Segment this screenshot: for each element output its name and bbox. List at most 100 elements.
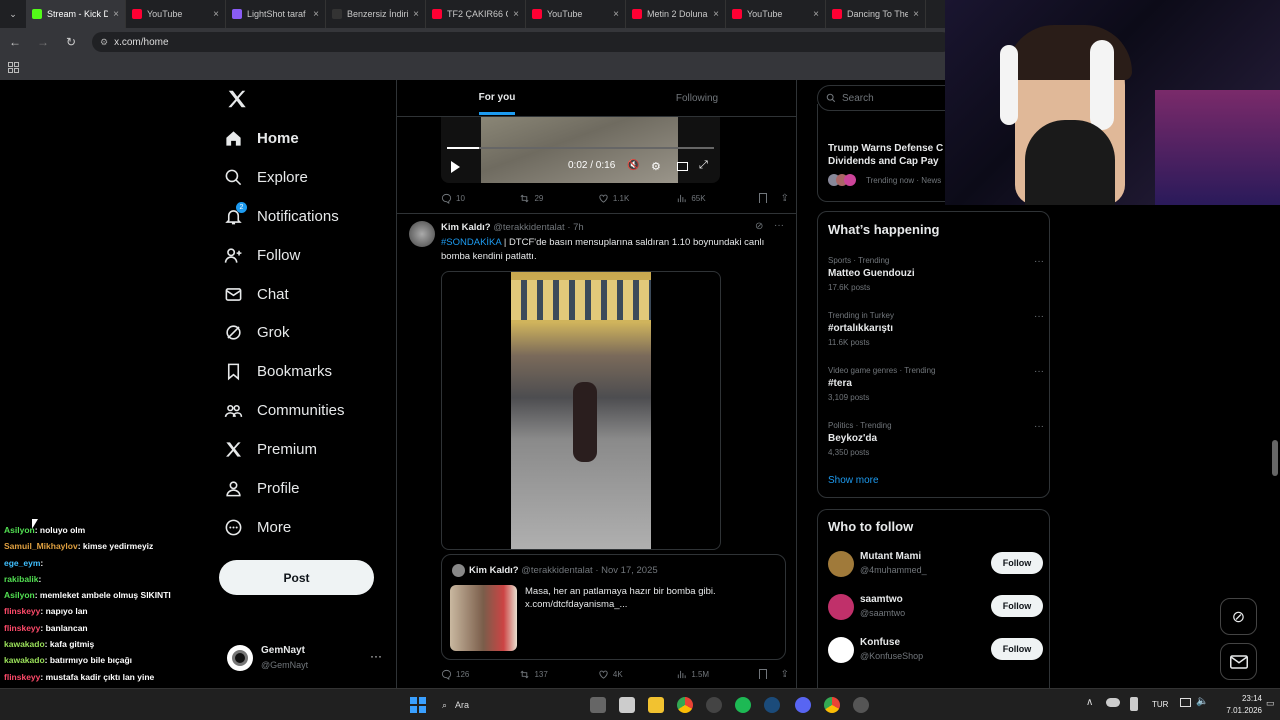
chat-username[interactable]: rakibalik <box>4 574 39 584</box>
hashtag-link[interactable]: #SONDAKİKA <box>441 237 501 248</box>
trend-more-icon[interactable]: ··· <box>1034 366 1044 377</box>
nav-item-explore[interactable]: Explore <box>224 162 308 192</box>
post-more-icon[interactable]: ··· <box>774 220 784 231</box>
x-logo-icon[interactable] <box>226 88 248 110</box>
browser-tab[interactable]: YouTube × <box>126 0 226 28</box>
browser-tab[interactable]: Metin 2 Doluna × <box>626 0 726 28</box>
back-icon[interactable]: ← <box>8 35 22 49</box>
nav-item-home[interactable]: Home <box>224 123 299 153</box>
reply-button[interactable]: 126 <box>441 669 519 680</box>
network-icon[interactable] <box>1130 697 1138 711</box>
chat-username[interactable]: Asilyon <box>4 525 35 535</box>
settings-icon[interactable]: ⚙ <box>651 160 661 173</box>
reply-button[interactable]: 10 <box>441 193 519 204</box>
chat-username[interactable]: Samuil_Mikhaylov <box>4 541 78 551</box>
trend-more-icon[interactable]: ··· <box>1034 311 1044 322</box>
repost-button[interactable]: 137 <box>519 669 597 680</box>
nav-item-more[interactable]: More <box>224 512 291 542</box>
nav-item-chat[interactable]: Chat <box>224 279 289 309</box>
bookmark-icon[interactable] <box>758 669 767 679</box>
nav-item-follow[interactable]: Follow <box>224 240 300 270</box>
browser-tab[interactable]: Stream - Kick D × <box>26 0 126 28</box>
volume-icon[interactable]: 🔈 <box>1196 696 1208 707</box>
show-more-link[interactable]: Show more <box>828 475 879 486</box>
spotify-icon[interactable] <box>735 697 751 713</box>
trend-item[interactable]: Video game genres · Trending #tera 3,109 p… <box>828 366 1044 402</box>
follow-button[interactable]: Follow <box>991 638 1043 660</box>
chrome-icon[interactable] <box>677 697 693 713</box>
tab-close-icon[interactable]: × <box>413 9 419 20</box>
notification-icon[interactable]: ▭ <box>1266 698 1275 709</box>
trend-item[interactable]: Politics · Trending Beykoz'da 4,350 posts ·… <box>828 421 1044 457</box>
reload-icon[interactable]: ↻ <box>64 35 78 49</box>
address-bar[interactable]: ⚙ x.com/home <box>92 32 952 52</box>
browser-tab[interactable]: YouTube × <box>726 0 826 28</box>
tab-close-icon[interactable]: × <box>113 9 119 20</box>
views-button[interactable]: 1.5M <box>676 669 754 680</box>
account-more-icon[interactable]: ··· <box>370 649 382 663</box>
post2-time[interactable]: · 7h <box>567 222 583 233</box>
start-button[interactable] <box>410 697 426 713</box>
trend-more-icon[interactable]: ··· <box>1034 421 1044 432</box>
follow-button[interactable]: Follow <box>991 552 1043 574</box>
language-indicator[interactable]: TUR <box>1152 700 1168 709</box>
follow-button[interactable]: Follow <box>991 595 1043 617</box>
grok-icon[interactable]: ⊘ <box>755 221 763 232</box>
obs-icon[interactable] <box>706 697 722 713</box>
forward-icon[interactable]: → <box>36 35 50 49</box>
post2-avatar[interactable] <box>409 221 435 247</box>
steam-icon[interactable] <box>764 697 780 713</box>
chat-username[interactable]: flinskeyy <box>4 623 40 633</box>
mute-icon[interactable]: 🔇 <box>627 160 639 171</box>
media-player-icon[interactable] <box>853 697 869 713</box>
site-info-icon[interactable]: ⚙ <box>100 37 108 48</box>
live-title[interactable]: Trump Warns Defense C Dividends and Cap … <box>828 142 958 168</box>
bookmark-icon[interactable] <box>758 193 767 203</box>
video-progress[interactable] <box>447 147 714 149</box>
clock-time[interactable]: 23:14 <box>1222 694 1262 703</box>
tab-close-icon[interactable]: × <box>813 9 819 20</box>
tab-close-icon[interactable]: × <box>213 9 219 20</box>
tab-search-button[interactable]: ⌄ <box>0 0 26 28</box>
nav-item-premium[interactable]: Premium <box>224 434 317 464</box>
store-icon[interactable] <box>619 697 635 713</box>
browser-tab[interactable]: Benzersiz İndiri × <box>326 0 426 28</box>
tray-chevron-icon[interactable]: ∧ <box>1086 697 1093 708</box>
share-icon[interactable]: ⇪ <box>781 193 789 204</box>
post2-media[interactable] <box>441 271 721 550</box>
browser-tab[interactable]: Dancing To The × <box>826 0 926 28</box>
nav-item-notifications[interactable]: 2 Notifications <box>224 201 339 231</box>
clock-date[interactable]: 7.01.2026 <box>1212 706 1262 715</box>
monitor-icon[interactable] <box>1180 698 1191 707</box>
nav-item-bookmarks[interactable]: Bookmarks <box>224 356 332 386</box>
nav-item-grok[interactable]: Grok <box>224 317 290 347</box>
repost-button[interactable]: 29 <box>519 193 597 204</box>
trend-more-icon[interactable]: ··· <box>1034 256 1044 267</box>
trend-item[interactable]: Sports · Trending Matteo Guendouzi 17.6K p… <box>828 256 1044 292</box>
messages-float-button[interactable] <box>1220 643 1257 680</box>
chat-username[interactable]: ege_eym <box>4 558 40 568</box>
tab-close-icon[interactable]: × <box>313 9 319 20</box>
chrome-active-icon[interactable] <box>824 697 840 713</box>
video-player[interactable]: 0:02 / 0:16 🔇 ⚙ ⤢ <box>441 117 720 183</box>
chat-username[interactable]: kawakado <box>4 655 45 665</box>
chat-username[interactable]: Asilyon <box>4 590 35 600</box>
grok-float-button[interactable]: ⊘ <box>1220 598 1257 635</box>
scrollbar[interactable] <box>1272 440 1278 476</box>
tab-close-icon[interactable]: × <box>913 9 919 20</box>
discord-icon[interactable] <box>795 697 811 713</box>
browser-tab[interactable]: LightShot taraf × <box>226 0 326 28</box>
browser-tab[interactable]: YouTube × <box>526 0 626 28</box>
nav-item-communities[interactable]: Communities <box>224 395 345 425</box>
chat-username[interactable]: flinskeyy <box>4 606 40 616</box>
tab-close-icon[interactable]: × <box>513 9 519 20</box>
chat-username[interactable]: kawakado <box>4 639 45 649</box>
tab-close-icon[interactable]: × <box>713 9 719 20</box>
task-view-icon[interactable] <box>590 697 606 713</box>
cloud-icon[interactable] <box>1106 698 1120 707</box>
tab-following[interactable]: Following <box>597 80 796 116</box>
like-button[interactable]: 4K <box>598 669 676 680</box>
apps-grid-icon[interactable] <box>8 62 19 73</box>
chat-username[interactable]: flinskeyy <box>4 672 40 682</box>
quote-post[interactable]: Kim Kaldı? @terakkidentalat · Nov 17, 20… <box>441 554 786 660</box>
